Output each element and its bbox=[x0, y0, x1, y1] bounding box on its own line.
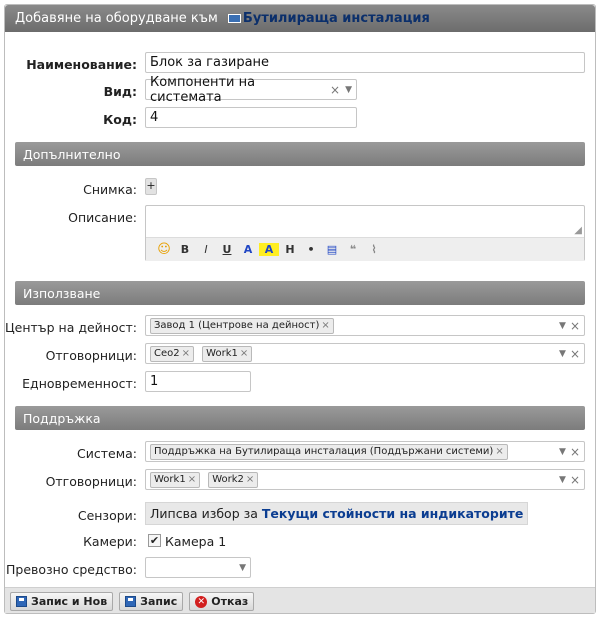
kind-select[interactable]: Компоненти на системата × ▼ bbox=[145, 75, 357, 105]
remove-tag-icon[interactable]: × bbox=[240, 348, 248, 359]
kind-select-value: Компоненти на системата bbox=[150, 74, 256, 105]
code-input[interactable]: 4 bbox=[145, 107, 357, 128]
title-object-link[interactable]: Бутилираща инсталация bbox=[243, 11, 430, 26]
concurrency-input[interactable]: 1 bbox=[145, 371, 251, 392]
tag-chip: Ceo2 × bbox=[150, 346, 195, 362]
resize-grip-icon[interactable]: ◢ bbox=[574, 225, 582, 236]
attachment-icon[interactable]: ⌇ bbox=[364, 243, 384, 256]
save-and-new-button[interactable]: Запис и Нов bbox=[10, 592, 114, 611]
save-icon bbox=[125, 596, 137, 607]
maintenance-responsible-label: Отговорници: bbox=[45, 474, 137, 489]
maintenance-responsible-select[interactable]: Work1 × Work2 × ▼ × bbox=[145, 469, 585, 490]
system-select[interactable]: Поддръжка на Бутилираща инсталация (Подд… bbox=[145, 441, 585, 462]
system-label: Система: bbox=[77, 446, 137, 461]
underline-button[interactable]: U bbox=[217, 243, 237, 256]
clear-icon[interactable]: × bbox=[330, 83, 340, 97]
heading-button[interactable]: H bbox=[280, 243, 300, 256]
tag-chip: Work1 × bbox=[202, 346, 253, 362]
remove-tag-icon[interactable]: × bbox=[495, 446, 503, 457]
code-label: Код: bbox=[103, 112, 137, 127]
add-equipment-dialog: Добавяне на оборудване към Бутилираща ин… bbox=[4, 4, 596, 614]
remove-tag-icon[interactable]: × bbox=[246, 474, 254, 485]
sensors-label: Сензори: bbox=[77, 508, 137, 523]
cameras-label: Камери: bbox=[83, 534, 137, 549]
remove-tag-icon[interactable]: × bbox=[182, 348, 190, 359]
kind-label: Вид: bbox=[103, 84, 137, 99]
save-and-new-label: Запис и Нов bbox=[31, 595, 108, 608]
quote-icon[interactable]: ❝ bbox=[343, 243, 363, 256]
sensors-text: Липсва избор за bbox=[150, 506, 258, 521]
emoji-icon[interactable]: ☺ bbox=[154, 242, 174, 257]
concurrency-label: Едновременност: bbox=[22, 376, 137, 391]
chevron-down-icon[interactable]: ▼ bbox=[559, 447, 566, 457]
table-icon[interactable]: ▤ bbox=[322, 243, 342, 256]
save-label: Запис bbox=[140, 595, 178, 608]
chevron-down-icon[interactable]: ▼ bbox=[559, 475, 566, 485]
cancel-button[interactable]: ✕ Отказ bbox=[189, 592, 255, 611]
usage-responsible-select[interactable]: Ceo2 × Work1 × ▼ × bbox=[145, 343, 585, 364]
dialog-footer: Запис и Нов Запис ✕ Отказ bbox=[5, 587, 595, 613]
clear-icon[interactable]: × bbox=[570, 445, 580, 459]
text-color-button[interactable]: A bbox=[238, 243, 258, 256]
vehicle-label: Превозно средство: bbox=[6, 562, 137, 577]
chevron-down-icon[interactable]: ▼ bbox=[345, 85, 352, 95]
sensors-info: Липсва избор за Текущи стойности на инди… bbox=[145, 502, 529, 525]
clear-icon[interactable]: × bbox=[570, 347, 580, 361]
sensors-link[interactable]: Текущи стойности на индикаторите bbox=[262, 506, 523, 521]
camera-checkbox-label[interactable]: Камера 1 bbox=[165, 534, 226, 549]
chevron-down-icon[interactable]: ▼ bbox=[239, 563, 246, 573]
italic-button[interactable]: I bbox=[196, 243, 216, 256]
activity-center-label: Център на дейност: bbox=[4, 320, 137, 335]
tag-chip: Work2 × bbox=[208, 472, 259, 488]
chevron-down-icon[interactable]: ▼ bbox=[559, 321, 566, 331]
section-additional[interactable]: Допълнително bbox=[15, 142, 585, 166]
tag-chip: Поддръжка на Бутилираща инсталация (Подд… bbox=[150, 444, 508, 460]
tag-chip: Завод 1 (Центрове на дейност) × bbox=[150, 318, 334, 334]
camera-checkbox[interactable]: ✔ bbox=[148, 534, 161, 547]
remove-tag-icon[interactable]: × bbox=[321, 320, 329, 331]
add-photo-button[interactable]: + bbox=[145, 178, 157, 195]
form-body: Наименование: Блок за газиране Вид: Комп… bbox=[5, 32, 595, 587]
activity-center-select[interactable]: Завод 1 (Центрове на дейност) × ▼ × bbox=[145, 315, 585, 336]
editor-toolbar: ☺ B I U A A H • ▤ ❝ ⌇ bbox=[146, 237, 584, 261]
bullet-list-button[interactable]: • bbox=[301, 243, 321, 256]
bold-button[interactable]: B bbox=[175, 243, 195, 256]
description-textarea[interactable]: ◢ bbox=[146, 206, 584, 237]
dialog-title: Добавяне на оборудване към Бутилираща ин… bbox=[5, 5, 595, 32]
highlight-button[interactable]: A bbox=[259, 243, 279, 256]
description-label: Описание: bbox=[68, 210, 137, 225]
chevron-down-icon[interactable]: ▼ bbox=[559, 349, 566, 359]
description-editor[interactable]: ◢ ☺ B I U A A H • ▤ ❝ ⌇ bbox=[145, 205, 585, 261]
save-icon bbox=[16, 596, 27, 607]
photo-label: Снимка: bbox=[83, 182, 137, 197]
usage-responsible-label: Отговорници: bbox=[45, 348, 137, 363]
cancel-icon: ✕ bbox=[195, 595, 208, 608]
name-input[interactable]: Блок за газиране bbox=[145, 52, 585, 73]
tag-chip: Work1 × bbox=[150, 472, 201, 488]
object-link-icon bbox=[227, 14, 241, 23]
clear-icon[interactable]: × bbox=[570, 319, 580, 333]
name-label: Наименование: bbox=[26, 57, 137, 72]
cancel-label: Отказ bbox=[211, 595, 249, 608]
clear-icon[interactable]: × bbox=[570, 473, 580, 487]
title-prefix: Добавяне на оборудване към bbox=[15, 11, 218, 26]
vehicle-select[interactable]: ▼ bbox=[145, 557, 251, 578]
remove-tag-icon[interactable]: × bbox=[188, 474, 196, 485]
section-usage[interactable]: Използване bbox=[15, 281, 585, 305]
save-button[interactable]: Запис bbox=[119, 592, 184, 611]
section-maintenance[interactable]: Поддръжка bbox=[15, 406, 585, 430]
